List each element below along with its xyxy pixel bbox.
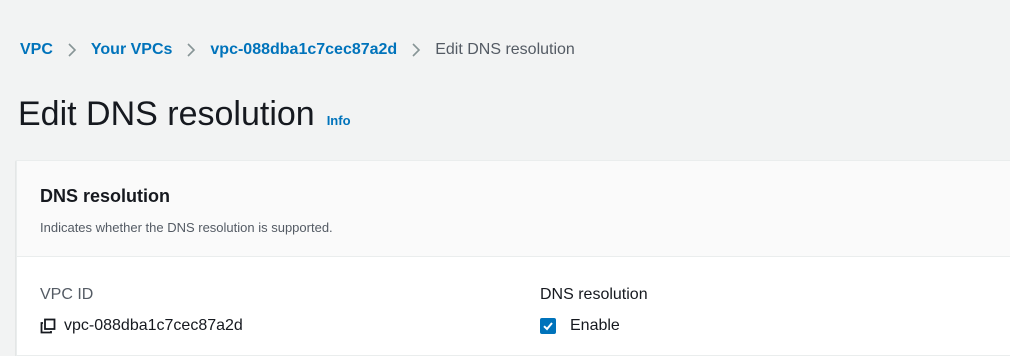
breadcrumb-current: Edit DNS resolution bbox=[435, 41, 575, 58]
enable-checkbox[interactable] bbox=[540, 318, 556, 334]
panel-header: DNS resolution Indicates whether the DNS… bbox=[17, 161, 1010, 257]
enable-label: Enable bbox=[570, 317, 620, 334]
dns-resolution-panel: DNS resolution Indicates whether the DNS… bbox=[16, 160, 1010, 356]
panel-title: DNS resolution bbox=[40, 186, 171, 206]
breadcrumb-your-vpcs-link[interactable]: Your VPCs bbox=[91, 40, 173, 60]
vpc-id-label: VPC ID bbox=[40, 286, 94, 303]
vpc-id-value: vpc-088dba1c7cec87a2d bbox=[64, 317, 243, 334]
copy-icon[interactable] bbox=[40, 318, 56, 334]
dns-resolution-label: DNS resolution bbox=[540, 286, 648, 303]
panel-description: Indicates whether the DNS resolution is … bbox=[40, 220, 333, 235]
enable-checkbox-row[interactable]: Enable bbox=[540, 316, 620, 336]
page-title: Edit DNS resolution bbox=[18, 95, 315, 133]
page-header: Edit DNS resolution Info bbox=[18, 92, 351, 136]
chevron-right-icon bbox=[186, 42, 196, 58]
info-link[interactable]: Info bbox=[327, 113, 351, 128]
chevron-right-icon bbox=[67, 42, 77, 58]
vpc-id-value-row: vpc-088dba1c7cec87a2d bbox=[40, 316, 243, 336]
chevron-right-icon bbox=[411, 42, 421, 58]
breadcrumb: VPC Your VPCs vpc-088dba1c7cec87a2d Edit… bbox=[20, 40, 575, 60]
check-icon bbox=[543, 322, 553, 331]
breadcrumb-vpc-id-link[interactable]: vpc-088dba1c7cec87a2d bbox=[210, 40, 397, 60]
breadcrumb-vpc-link[interactable]: VPC bbox=[20, 40, 53, 60]
